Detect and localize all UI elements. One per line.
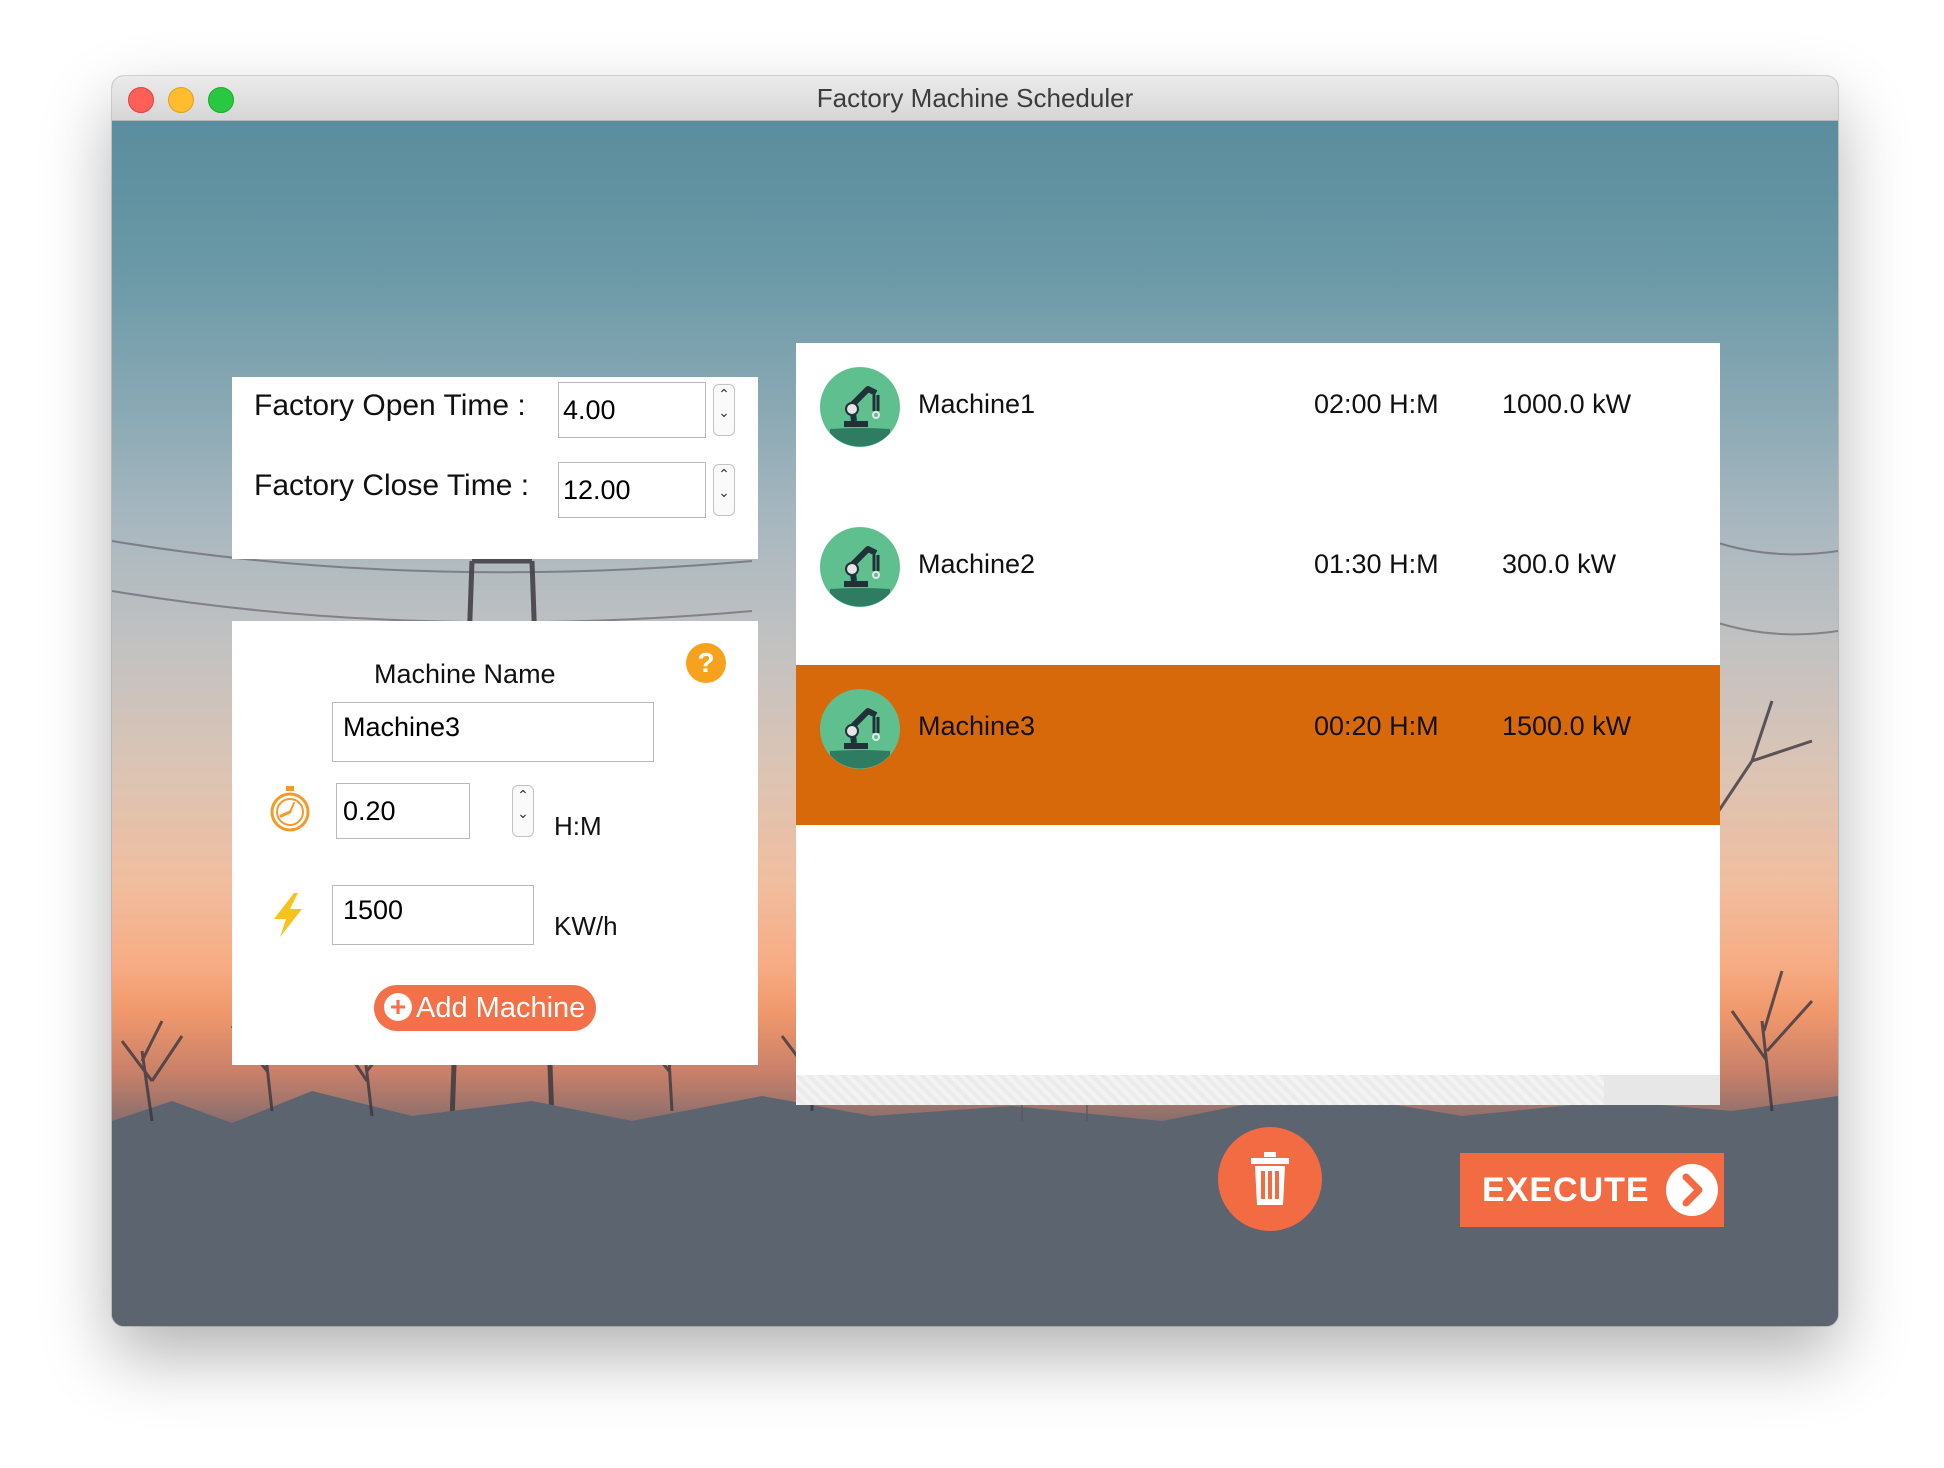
factory-open-input[interactable]: 4.00 — [558, 382, 706, 438]
machine-list: Machine1 02:00 H:M 1000.0 kW Machine2 01… — [796, 343, 1720, 1105]
power-unit: KW/h — [554, 911, 618, 941]
machine-name: Machine3 — [918, 711, 1036, 741]
robot-arm-icon — [820, 367, 900, 447]
help-icon[interactable]: ? — [686, 643, 726, 683]
window-title: Factory Machine Scheduler — [816, 83, 1134, 113]
machine-name-label: Machine Name — [374, 659, 556, 689]
duration-stepper[interactable]: ⌃ ⌄ — [512, 785, 534, 837]
factory-open-label: Factory Open Time : — [254, 389, 526, 422]
factory-open-stepper[interactable]: ⌃ ⌄ — [713, 384, 735, 436]
machine-duration: 00:20 H:M — [1314, 711, 1439, 741]
machine-row[interactable]: Machine2 01:30 H:M 300.0 kW — [796, 503, 1720, 663]
factory-close-stepper[interactable]: ⌃ ⌄ — [713, 464, 735, 516]
machine-row-selected[interactable]: Machine3 00:20 H:M 1500.0 kW — [796, 665, 1720, 825]
execute-button[interactable]: EXECUTE — [1460, 1153, 1724, 1227]
duration-input[interactable]: 0.20 — [336, 783, 470, 839]
chevron-right-icon — [1666, 1164, 1718, 1216]
add-machine-label: Add Machine — [416, 992, 586, 1024]
main-content: Factory Open Time : 4.00 ⌃ ⌄ Factory Clos… — [112, 121, 1838, 1326]
horizontal-scrollbar[interactable] — [796, 1075, 1720, 1105]
machine-power: 300.0 kW — [1502, 549, 1617, 579]
power-input[interactable]: 1500 — [332, 885, 534, 945]
stopwatch-icon — [270, 786, 310, 832]
scrollbar-track-end — [1604, 1075, 1720, 1105]
machine-name: Machine2 — [918, 549, 1036, 579]
factory-close-input[interactable]: 12.00 — [558, 462, 706, 518]
lightning-icon — [274, 893, 302, 937]
machine-duration: 02:00 H:M — [1314, 389, 1439, 419]
machine-power: 1500.0 kW — [1502, 711, 1632, 741]
app-window: Factory Machine Scheduler Factory Open T… — [112, 76, 1838, 1326]
machine-name: Machine1 — [918, 389, 1036, 419]
add-machine-button[interactable]: + Add Machine — [374, 985, 596, 1031]
machine-name-input[interactable]: Machine3 — [332, 702, 654, 762]
delete-machine-button[interactable] — [1218, 1127, 1322, 1231]
robot-arm-icon — [820, 689, 900, 769]
machine-row[interactable]: Machine1 02:00 H:M 1000.0 kW — [796, 343, 1720, 503]
duration-unit: H:M — [554, 811, 602, 841]
machine-power: 1000.0 kW — [1502, 389, 1632, 419]
trash-icon — [1251, 1152, 1289, 1205]
machine-duration: 01:30 H:M — [1314, 549, 1439, 579]
titlebar: Factory Machine Scheduler — [112, 76, 1838, 121]
execute-label: EXECUTE — [1482, 1171, 1650, 1209]
robot-arm-icon — [820, 527, 900, 607]
plus-icon: + — [384, 993, 412, 1022]
factory-close-label: Factory Close Time : — [254, 469, 530, 502]
